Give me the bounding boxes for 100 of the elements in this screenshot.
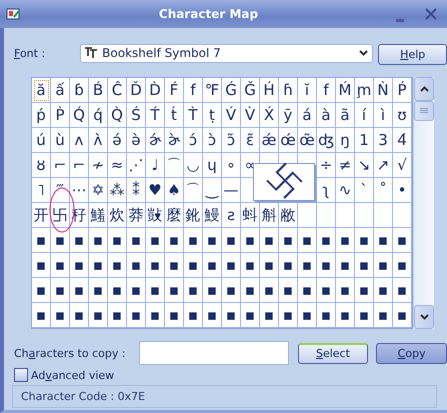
character-cell[interactable]: ʌ — [70, 128, 89, 153]
character-cell[interactable]: ɔ̃ — [222, 128, 241, 153]
scroll-thumb[interactable] — [414, 101, 434, 121]
character-cell[interactable]: ▪ — [317, 303, 336, 328]
character-cell[interactable]: ▪ — [355, 303, 374, 328]
character-cell[interactable]: Q̀ — [108, 103, 127, 128]
character-cell[interactable]: ‿ — [203, 178, 222, 203]
character-cell[interactable]: ˋ — [355, 178, 374, 203]
character-cell[interactable]: ▪ — [279, 303, 298, 328]
character-cell[interactable]: ⌐ — [51, 153, 70, 178]
character-cell[interactable]: 莽 — [127, 203, 146, 228]
character-cell[interactable]: ▪ — [203, 278, 222, 303]
character-cell[interactable]: ▪ — [393, 253, 412, 278]
character-cell[interactable]: • — [393, 178, 412, 203]
character-cell[interactable]: ⌒ — [165, 153, 184, 178]
character-cell[interactable]: T̀ — [184, 103, 203, 128]
character-cell[interactable]: ə̀ — [127, 128, 146, 153]
character-cell[interactable]: 炊 — [108, 203, 127, 228]
character-cell[interactable]: í — [355, 103, 374, 128]
character-cell[interactable]: Ǹ — [374, 78, 393, 103]
character-cell[interactable]: Q́ — [70, 103, 89, 128]
character-cell[interactable]: œ́ — [279, 128, 298, 153]
character-cell[interactable]: ≁ — [89, 153, 108, 178]
scroll-up-button[interactable] — [414, 77, 434, 101]
character-cell[interactable]: ƨ — [222, 203, 241, 228]
character-cell[interactable]: ℉ — [203, 78, 222, 103]
character-cell[interactable]: ▪ — [222, 303, 241, 328]
character-cell[interactable]: ▪ — [184, 303, 203, 328]
character-cell[interactable]: ▪ — [51, 303, 70, 328]
scrollbar[interactable] — [414, 77, 434, 329]
character-cell[interactable]: ɦ — [279, 78, 298, 103]
character-cell[interactable]: ▪ — [70, 278, 89, 303]
character-cell[interactable]: ≈ — [108, 153, 127, 178]
character-cell[interactable]: ↘ — [355, 153, 374, 178]
character-cell[interactable]: ĭ — [298, 78, 317, 103]
character-cell[interactable]: ▪ — [127, 253, 146, 278]
character-cell[interactable]: Ḿ — [336, 78, 355, 103]
character-cell[interactable]: 开 — [32, 203, 51, 228]
character-cell[interactable]: Ś — [127, 103, 146, 128]
character-cell[interactable]: ‴ — [51, 178, 70, 203]
character-cell[interactable]: ə́ — [108, 128, 127, 153]
character-cell[interactable]: ▪ — [222, 253, 241, 278]
character-cell[interactable]: ▪ — [70, 303, 89, 328]
character-cell[interactable]: ɚ́ — [146, 128, 165, 153]
character-cell[interactable]: ▪ — [317, 278, 336, 303]
character-cell[interactable]: ▪ — [241, 253, 260, 278]
character-cell[interactable]: H́ — [260, 78, 279, 103]
character-cell[interactable]: — — [222, 178, 241, 203]
character-cell[interactable]: 3 — [374, 128, 393, 153]
character-cell[interactable]: ▪ — [108, 303, 127, 328]
character-cell[interactable]: ⁑ — [127, 178, 146, 203]
character-cell[interactable]: ▪ — [184, 253, 203, 278]
character-cell[interactable]: ▪ — [146, 278, 165, 303]
character-cell[interactable]: ▪ — [108, 228, 127, 253]
character-cell[interactable]: ▪ — [279, 278, 298, 303]
character-cell[interactable]: B́ — [89, 78, 108, 103]
character-cell[interactable]: ▪ — [222, 228, 241, 253]
character-cell[interactable]: V́ — [222, 103, 241, 128]
character-cell[interactable]: ă — [32, 78, 51, 103]
character-cell[interactable]: ▪ — [108, 278, 127, 303]
characters-to-copy-field[interactable] — [138, 341, 289, 365]
character-cell[interactable]: ì — [374, 103, 393, 128]
character-cell[interactable]: ▪ — [89, 228, 108, 253]
character-cell[interactable]: ▪ — [89, 278, 108, 303]
character-cell[interactable]: ∘ — [222, 153, 241, 178]
character-cell[interactable]: ⁂ — [108, 178, 127, 203]
character-cell[interactable]: ▪ — [298, 253, 317, 278]
character-cell[interactable]: V̀ — [241, 103, 260, 128]
character-cell[interactable] — [317, 203, 336, 228]
character-cell[interactable]: ▪ — [146, 253, 165, 278]
close-icon[interactable] — [425, 8, 437, 20]
character-cell[interactable]: f — [184, 78, 203, 103]
character-cell[interactable]: ▪ — [298, 303, 317, 328]
character-cell[interactable]: ã — [336, 103, 355, 128]
character-cell[interactable]: ɓ — [70, 78, 89, 103]
character-cell[interactable]: Ĉ — [108, 78, 127, 103]
character-cell[interactable]: ▪ — [298, 278, 317, 303]
character-cell[interactable]: ▪ — [127, 303, 146, 328]
character-cell[interactable]: Ǧ — [241, 78, 260, 103]
character-cell[interactable]: ʌ̀ — [89, 128, 108, 153]
character-cell[interactable]: ▪ — [89, 303, 108, 328]
character-cell[interactable]: 4́ — [393, 128, 412, 153]
character-cell[interactable]: ▪ — [374, 253, 393, 278]
character-cell[interactable]: ▪ — [260, 278, 279, 303]
character-cell[interactable]: 麼 — [165, 203, 184, 228]
character-cell[interactable]: ǽ — [260, 128, 279, 153]
character-cell[interactable]: ↗ — [374, 153, 393, 178]
character-cell[interactable]: ▪ — [317, 253, 336, 278]
character-cell[interactable]: D̀ — [146, 78, 165, 103]
character-cell[interactable]: Ǵ — [222, 78, 241, 103]
character-cell[interactable]: √ — [393, 153, 412, 178]
character-cell[interactable]: 鰻 — [203, 203, 222, 228]
help-button[interactable]: Help — [378, 44, 447, 65]
character-cell[interactable]: ⋰ — [127, 153, 146, 178]
character-cell[interactable]: ▪ — [317, 228, 336, 253]
character-cell[interactable]: œ̃ — [298, 128, 317, 153]
character-cell[interactable]: ấ — [51, 78, 70, 103]
character-cell[interactable]: ▪ — [203, 303, 222, 328]
character-cell[interactable]: ɛ̃ — [241, 128, 260, 153]
font-dropdown[interactable]: Bookshelf Symbol 7 — [80, 44, 374, 62]
